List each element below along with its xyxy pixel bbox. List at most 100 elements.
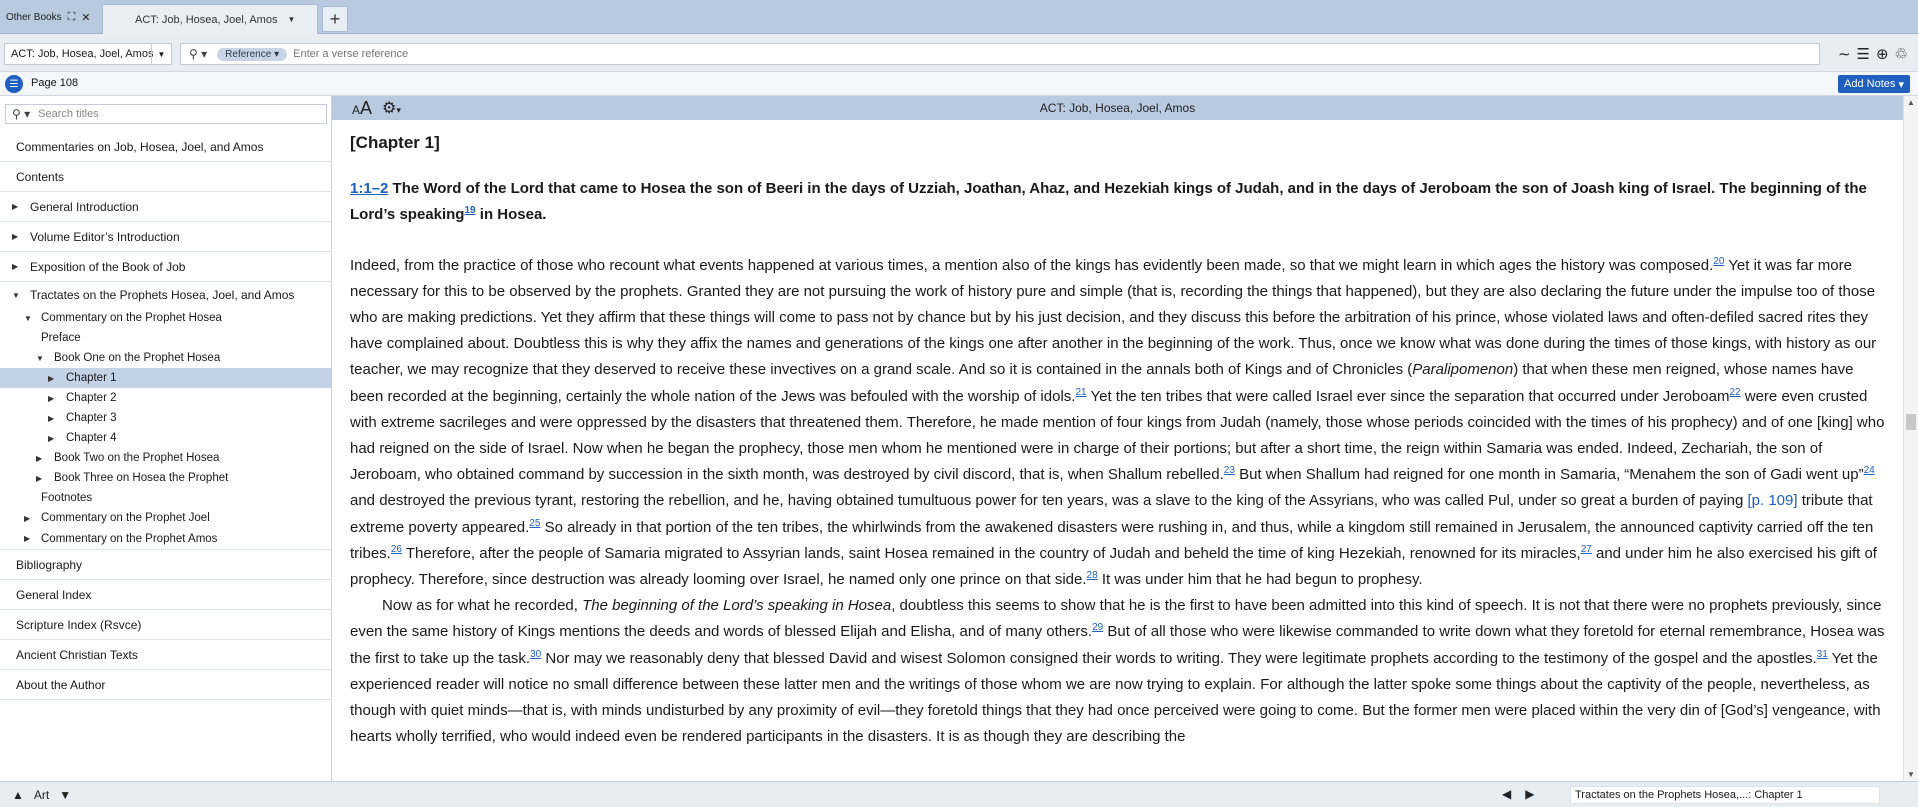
- chevron-down-icon[interactable]: ▼: [287, 15, 295, 24]
- status-bar: ▲ Art ▼ ◀ ▶ Tractates on the Prophets Ho…: [0, 781, 1918, 807]
- italic-text: The beginning of the Lord’s speaking in …: [582, 597, 892, 615]
- expand-triangle-icon[interactable]: ▶: [48, 434, 54, 443]
- text: But when Shallum had reigned for one mon…: [1234, 466, 1864, 484]
- toc-item[interactable]: ▼ Commentary on the Prophet Hosea: [0, 308, 332, 328]
- expand-triangle-icon[interactable]: ▶: [12, 262, 18, 271]
- add-notes-button[interactable]: Add Notes ▾: [1838, 75, 1910, 93]
- back-arrow-icon[interactable]: ◀: [1502, 787, 1511, 801]
- verse-block: 1:1–2 The Word of the Lord that came to …: [350, 176, 1890, 228]
- toc-item[interactable]: General Index: [0, 580, 332, 610]
- toc-item[interactable]: ▶ Commentary on the Prophet Amos: [0, 528, 332, 550]
- collapse-triangle-icon[interactable]: ▼: [36, 354, 44, 363]
- book-selector[interactable]: ACT: Job, Hosea, Joel, Amos ▼: [4, 43, 172, 65]
- toc-item-label: General Introduction: [30, 199, 139, 214]
- chapter-heading: [Chapter 1]: [350, 133, 440, 152]
- footnote-link[interactable]: 25: [529, 518, 540, 529]
- tab-bar: Other Books ⛶ ✕ ACT: Job, Hosea, Joel, A…: [0, 0, 1918, 34]
- expand-triangle-icon[interactable]: ▶: [36, 454, 42, 463]
- toc-item[interactable]: ▶ Chapter 3: [0, 408, 332, 428]
- art-toggle[interactable]: ▲ Art ▼: [12, 788, 71, 802]
- expand-triangle-icon[interactable]: ▶: [24, 534, 30, 543]
- recycle-icon[interactable]: ♲: [1895, 45, 1908, 63]
- collapse-up-icon[interactable]: ▲: [12, 788, 24, 802]
- toc-item[interactable]: Scripture Index (Rsvce): [0, 610, 332, 640]
- collapse-triangle-icon[interactable]: ▼: [24, 314, 32, 323]
- footnote-link[interactable]: 23: [1224, 465, 1235, 476]
- toc-item[interactable]: ▼ Tractates on the Prophets Hosea, Joel, …: [0, 282, 332, 308]
- footnote-link[interactable]: 26: [391, 544, 402, 555]
- footnote-link[interactable]: 21: [1075, 387, 1086, 398]
- forward-arrow-icon[interactable]: ▶: [1525, 787, 1534, 801]
- toc-item[interactable]: Preface: [0, 328, 332, 348]
- toc-toggle-icon[interactable]: ☰: [5, 75, 23, 93]
- toc-item-label: Bibliography: [16, 557, 83, 572]
- tab-other-books[interactable]: Other Books ⛶ ✕: [0, 0, 100, 34]
- list-icon[interactable]: ☰: [1857, 45, 1870, 63]
- text: Indeed, from the practice of those who r…: [350, 256, 1714, 274]
- close-icon[interactable]: ✕: [81, 11, 90, 24]
- reference-input[interactable]: [293, 48, 894, 60]
- add-tab-button[interactable]: +: [322, 6, 348, 32]
- toc-item-label: Commentary on the Prophet Amos: [41, 532, 218, 545]
- toc-item[interactable]: Contents: [0, 162, 332, 192]
- toc-item[interactable]: ▶ Book Two on the Prophet Hosea: [0, 448, 332, 468]
- footnote-link[interactable]: 22: [1729, 387, 1740, 398]
- toc-item[interactable]: ▶ Volume Editor’s Introduction: [0, 222, 332, 252]
- footnote-link[interactable]: 28: [1087, 570, 1098, 581]
- search-icon[interactable]: ⚲ ▾: [189, 47, 207, 61]
- toc-item[interactable]: Commentaries on Job, Hosea, Joel, and Am…: [0, 132, 332, 162]
- toc-item[interactable]: Bibliography: [0, 550, 332, 580]
- article-title: ACT: Job, Hosea, Joel, Amos: [1039, 101, 1196, 115]
- expand-triangle-icon[interactable]: ▶: [12, 202, 18, 211]
- title-search[interactable]: ⚲ ▾ Search titles: [5, 104, 327, 124]
- expand-triangle-icon[interactable]: ▶: [48, 374, 54, 383]
- chevron-down-icon[interactable]: ▼: [151, 44, 171, 64]
- chevron-down-icon[interactable]: ▼: [59, 788, 71, 802]
- text: and destroyed the previous tyrant, resto…: [350, 492, 1748, 510]
- vertical-scrollbar[interactable]: ▲ ▼: [1903, 96, 1918, 781]
- toc-item[interactable]: ▶ Exposition of the Book of Job: [0, 252, 332, 282]
- toc-item[interactable]: ▶ Chapter 4: [0, 428, 332, 448]
- expand-icon[interactable]: ⛶: [68, 11, 76, 24]
- toc-item-label: Ancient Christian Texts: [16, 647, 138, 662]
- footnote-link[interactable]: 29: [1092, 622, 1103, 633]
- toc-item[interactable]: ▶ Commentary on the Prophet Joel: [0, 508, 332, 528]
- scrollbar-thumb[interactable]: [1906, 414, 1916, 430]
- toc-item[interactable]: About the Author: [0, 670, 332, 700]
- toc-item[interactable]: ▼ Book One on the Prophet Hosea: [0, 348, 332, 368]
- footnote-link[interactable]: 27: [1581, 544, 1592, 555]
- footnote-link[interactable]: 20: [1713, 256, 1724, 267]
- font-size-icon[interactable]: AA: [352, 98, 372, 119]
- text: Therefore, after the people of Samaria m…: [401, 544, 1581, 562]
- toc-item[interactable]: ▶ Chapter 2: [0, 388, 332, 408]
- toc-item-label: Book One on the Prophet Hosea: [54, 352, 221, 364]
- wave-icon[interactable]: ∼: [1838, 45, 1851, 63]
- toc-item[interactable]: Ancient Christian Texts: [0, 640, 332, 670]
- expand-triangle-icon[interactable]: ▶: [48, 414, 54, 423]
- search-icon[interactable]: ⚲ ▾: [12, 107, 30, 121]
- page-marker: [p. 109]: [1747, 492, 1798, 510]
- footnote-link[interactable]: 30: [530, 649, 541, 660]
- expand-triangle-icon[interactable]: ▶: [24, 514, 30, 523]
- verse-reference-link[interactable]: 1:1–2: [350, 180, 388, 197]
- expand-triangle-icon[interactable]: ▶: [36, 474, 42, 483]
- add-circle-icon[interactable]: ⊕: [1876, 45, 1889, 63]
- scroll-up-icon[interactable]: ▲: [1907, 98, 1915, 107]
- toc-item[interactable]: ▶ General Introduction: [0, 192, 332, 222]
- toc-item[interactable]: Footnotes: [0, 488, 332, 508]
- gear-icon[interactable]: ⚙▾: [382, 98, 401, 118]
- text: Now as for what he recorded,: [382, 597, 583, 615]
- tab-active-label: ACT: Job, Hosea, Joel, Amos: [135, 13, 278, 26]
- tab-active-book[interactable]: ACT: Job, Hosea, Joel, Amos ▼: [102, 4, 318, 34]
- toc-item-selected[interactable]: ▶ Chapter 1: [0, 368, 332, 388]
- footnote-link[interactable]: 19: [464, 205, 475, 216]
- footnote-link[interactable]: 24: [1864, 465, 1875, 476]
- toc-item-label: About the Author: [16, 677, 106, 692]
- toc-item[interactable]: ▶ Book Three on Hosea the Prophet: [0, 468, 332, 488]
- reference-type-pill[interactable]: Reference ▾: [217, 47, 288, 61]
- scroll-down-icon[interactable]: ▼: [1907, 770, 1915, 779]
- collapse-triangle-icon[interactable]: ▼: [12, 291, 20, 300]
- expand-triangle-icon[interactable]: ▶: [12, 232, 18, 241]
- expand-triangle-icon[interactable]: ▶: [48, 394, 54, 403]
- footnote-link[interactable]: 31: [1817, 649, 1828, 660]
